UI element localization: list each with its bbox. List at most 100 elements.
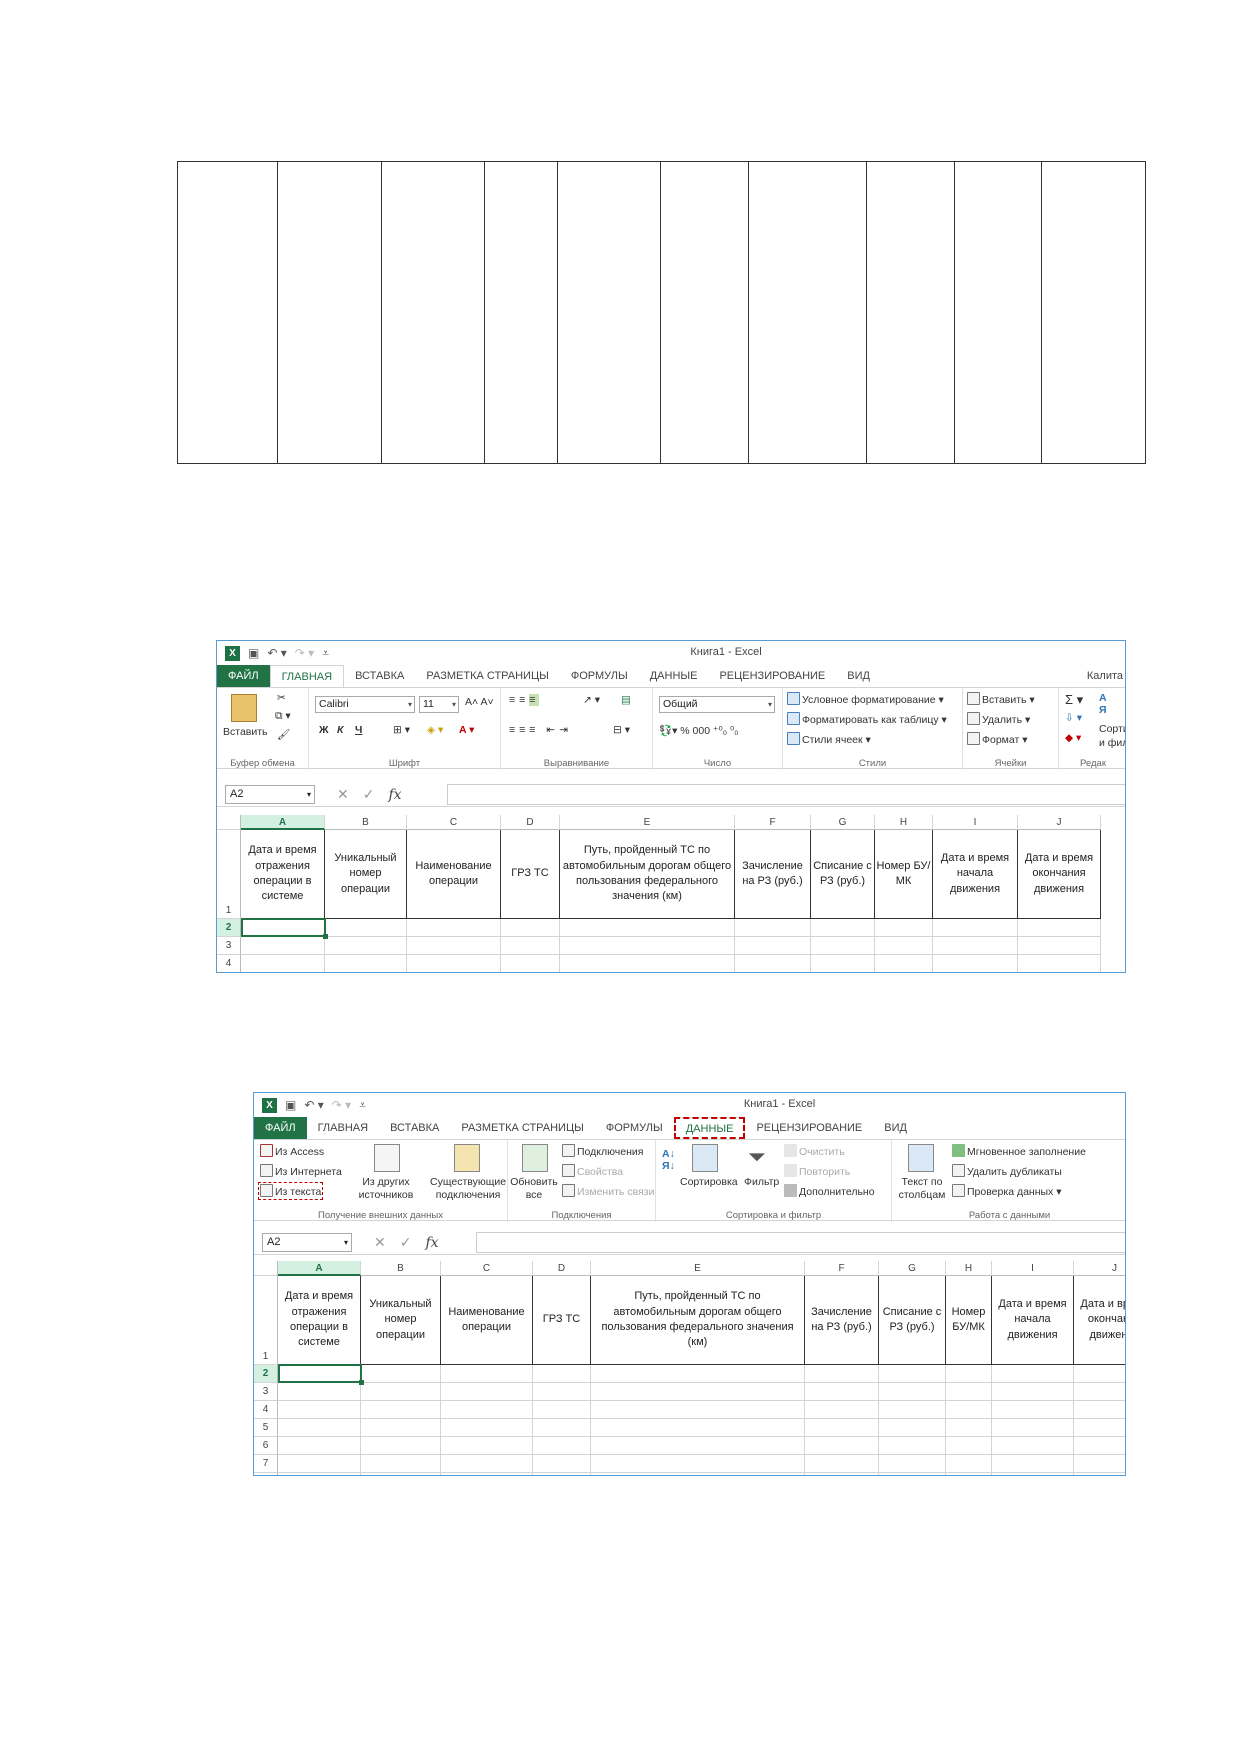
header-cell[interactable]: Дата и время начала движения bbox=[992, 1276, 1074, 1365]
cell-styles-button[interactable]: Стили ячеек ▾ bbox=[787, 732, 871, 746]
number-format-combo[interactable]: Общий ▾ bbox=[659, 696, 775, 713]
grid-cell[interactable] bbox=[946, 1455, 992, 1473]
format-painter-icon[interactable]: 🖌 bbox=[277, 728, 290, 741]
copy-icon[interactable]: ⧉ ▾ bbox=[275, 710, 291, 723]
tab-data[interactable]: ДАННЫЕ bbox=[639, 665, 709, 687]
tab-view[interactable]: ВИД bbox=[836, 665, 881, 687]
row-header-8[interactable]: 8 bbox=[254, 1473, 278, 1475]
tab-formulas[interactable]: ФОРМУЛЫ bbox=[595, 1117, 674, 1139]
select-all-corner[interactable] bbox=[217, 815, 241, 830]
tab-file[interactable]: ФАЙЛ bbox=[254, 1117, 307, 1139]
column-header-f[interactable]: F bbox=[805, 1261, 879, 1276]
active-cell-a2[interactable] bbox=[241, 918, 328, 939]
grid-cell[interactable] bbox=[933, 955, 1018, 972]
grid-cell[interactable] bbox=[278, 1419, 361, 1437]
row-header-4[interactable]: 4 bbox=[254, 1401, 278, 1419]
grid-cell[interactable] bbox=[879, 1437, 946, 1455]
grid-cell[interactable] bbox=[805, 1437, 879, 1455]
bold-button[interactable]: Ж bbox=[319, 724, 329, 736]
row-header-3[interactable]: 3 bbox=[217, 937, 241, 955]
grid-cell[interactable] bbox=[811, 937, 875, 955]
clear-icon[interactable]: ◆ ▾ bbox=[1065, 732, 1081, 744]
row-header-3[interactable]: 3 bbox=[254, 1383, 278, 1401]
data-validation-button[interactable]: Проверка данных ▾ bbox=[952, 1184, 1062, 1198]
header-cell[interactable]: Уникальный номер операции bbox=[361, 1276, 441, 1365]
grid-cell[interactable] bbox=[361, 1383, 441, 1401]
refresh-all-button[interactable]: Обновить все bbox=[510, 1176, 558, 1202]
grid-cell[interactable] bbox=[1074, 1383, 1125, 1401]
connections-button[interactable]: Подключения bbox=[562, 1144, 643, 1158]
grid-cell[interactable] bbox=[805, 1383, 879, 1401]
cancel-icon[interactable]: ✕ bbox=[374, 1234, 386, 1251]
column-header-d[interactable]: D bbox=[533, 1261, 591, 1276]
worksheet-grid[interactable]: A Дата и время отражения операции в систе… bbox=[217, 815, 1125, 972]
grid-cell[interactable] bbox=[441, 1437, 533, 1455]
grid-cell[interactable] bbox=[533, 1383, 591, 1401]
format-cells-button[interactable]: Формат ▾ bbox=[967, 732, 1028, 746]
grid-cell[interactable] bbox=[407, 919, 501, 937]
tab-formulas[interactable]: ФОРМУЛЫ bbox=[560, 665, 639, 687]
worksheet-grid[interactable]: A Дата и время отражения операции в систе… bbox=[254, 1261, 1125, 1475]
grid-cell[interactable] bbox=[361, 1365, 441, 1383]
column-header-i[interactable]: I bbox=[933, 815, 1018, 830]
grid-cell[interactable] bbox=[1074, 1401, 1125, 1419]
grid-cell[interactable] bbox=[533, 1401, 591, 1419]
header-cell[interactable]: Номер БУ/МК bbox=[946, 1276, 992, 1365]
grid-cell[interactable] bbox=[441, 1455, 533, 1473]
formula-input[interactable] bbox=[476, 1232, 1125, 1253]
grow-font-icon[interactable]: A˄ A˅ bbox=[465, 696, 494, 708]
column-header-j[interactable]: J bbox=[1018, 815, 1101, 830]
sort-button[interactable]: Сортировка bbox=[680, 1176, 738, 1188]
grid-cell[interactable] bbox=[278, 1437, 361, 1455]
font-name-combo[interactable]: Calibri ▾ bbox=[315, 696, 415, 713]
header-cell[interactable]: Дата и время отражения операции в систем… bbox=[241, 830, 325, 919]
grid-cell[interactable] bbox=[933, 919, 1018, 937]
borders-icon[interactable]: ⊞ ▾ bbox=[393, 724, 410, 736]
column-header-c[interactable]: C bbox=[407, 815, 501, 830]
grid-cell[interactable] bbox=[946, 1419, 992, 1437]
merge-cells-icon[interactable]: ⊟ ▾ bbox=[613, 724, 630, 736]
grid-cell[interactable] bbox=[241, 955, 325, 972]
grid-cell[interactable] bbox=[992, 1437, 1074, 1455]
insert-cells-button[interactable]: Вставить ▾ bbox=[967, 692, 1035, 706]
grid-cell[interactable] bbox=[879, 1419, 946, 1437]
grid-cell[interactable] bbox=[1074, 1455, 1125, 1473]
column-header-j[interactable]: J bbox=[1074, 1261, 1125, 1276]
grid-cell[interactable] bbox=[811, 955, 875, 972]
grid-cell[interactable] bbox=[533, 1473, 591, 1475]
from-text-button[interactable]: Из текста bbox=[257, 1182, 324, 1200]
number-format-icons[interactable]: 💱▾ % 000 ⁺⁰₀ ⁰₀ bbox=[659, 724, 739, 737]
grid-cell[interactable] bbox=[591, 1455, 805, 1473]
grid-cell[interactable] bbox=[325, 937, 407, 955]
grid-cell[interactable] bbox=[879, 1455, 946, 1473]
header-cell[interactable]: ГРЗ ТС bbox=[501, 830, 560, 919]
grid-cell[interactable] bbox=[591, 1473, 805, 1475]
column-header-b[interactable]: B bbox=[361, 1261, 441, 1276]
grid-cell[interactable] bbox=[441, 1401, 533, 1419]
tab-view[interactable]: ВИД bbox=[873, 1117, 918, 1139]
column-header-g[interactable]: G bbox=[879, 1261, 946, 1276]
column-header-e[interactable]: E bbox=[560, 815, 735, 830]
header-cell[interactable]: ГРЗ ТС bbox=[533, 1276, 591, 1365]
grid-cell[interactable] bbox=[591, 1437, 805, 1455]
format-as-table-button[interactable]: Форматировать как таблицу ▾ bbox=[787, 712, 947, 726]
formula-input[interactable] bbox=[447, 784, 1125, 805]
column-header-g[interactable]: G bbox=[811, 815, 875, 830]
grid-cell[interactable] bbox=[441, 1383, 533, 1401]
font-size-combo[interactable]: 11 ▾ bbox=[419, 696, 459, 713]
edit-links-button[interactable]: Изменить связи bbox=[562, 1184, 654, 1198]
conditional-formatting-button[interactable]: Условное форматирование ▾ bbox=[787, 692, 944, 706]
grid-cell[interactable] bbox=[407, 937, 501, 955]
header-cell[interactable]: Номер БУ/МК bbox=[875, 830, 933, 919]
header-cell[interactable]: Путь, пройденный ТС по автомобильным дор… bbox=[560, 830, 735, 919]
column-header-h[interactable]: H bbox=[875, 815, 933, 830]
from-access-button[interactable]: Из Access bbox=[260, 1144, 324, 1158]
column-header-a[interactable]: A bbox=[241, 815, 325, 830]
row-header-6[interactable]: 6 bbox=[254, 1437, 278, 1455]
active-cell-a2[interactable] bbox=[278, 1364, 364, 1385]
row-header-2[interactable]: 2 bbox=[217, 919, 241, 937]
cut-icon[interactable]: ✂ bbox=[277, 692, 286, 704]
column-header-b[interactable]: B bbox=[325, 815, 407, 830]
grid-cell[interactable] bbox=[805, 1419, 879, 1437]
column-header-h[interactable]: H bbox=[946, 1261, 992, 1276]
